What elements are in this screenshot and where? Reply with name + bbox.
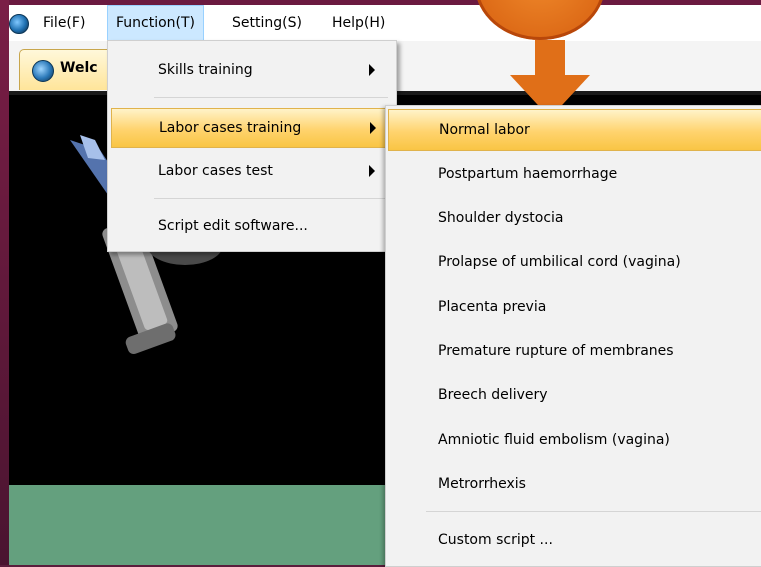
- menu-item-labor-cases-training[interactable]: Labor cases training: [111, 108, 393, 148]
- window-frame-left: [0, 0, 9, 565]
- menu-divider: [154, 97, 388, 98]
- submenu-item-metrorrhexis[interactable]: Metrorrhexis: [388, 464, 761, 504]
- breech-delivery-label: Breech delivery: [438, 387, 548, 403]
- script-edit-software-label: Script edit software...: [158, 218, 308, 234]
- prolapse-umbilical-cord-label: Prolapse of umbilical cord (vagina): [438, 254, 681, 270]
- menu-bar: File(F) Function(T) Setting(S) Help(H): [9, 5, 761, 42]
- submenu-arrow-icon: [369, 165, 375, 177]
- menu-file[interactable]: File(F): [35, 5, 93, 41]
- shoulder-dystocia-label: Shoulder dystocia: [438, 210, 564, 226]
- menu-item-script-edit-software[interactable]: Script edit software...: [111, 207, 391, 245]
- submenu-item-normal-labor[interactable]: Normal labor: [388, 109, 761, 151]
- submenu-item-amniotic-fluid-embolism[interactable]: Amniotic fluid embolism (vagina): [388, 420, 761, 460]
- submenu-item-postpartum-haemorrhage[interactable]: Postpartum haemorrhage: [388, 154, 761, 194]
- menu-help[interactable]: Help(H): [324, 5, 393, 41]
- placenta-previa-label: Placenta previa: [438, 299, 547, 315]
- submenu-item-custom-script[interactable]: Custom script ...: [388, 520, 761, 560]
- premature-rupture-label: Premature rupture of membranes: [438, 343, 674, 359]
- postpartum-haemorrhage-label: Postpartum haemorrhage: [438, 166, 618, 182]
- submenu-item-breech-delivery[interactable]: Breech delivery: [388, 375, 761, 415]
- submenu-divider: [426, 511, 761, 512]
- menu-item-labor-cases-test[interactable]: Labor cases test: [111, 152, 391, 190]
- menu-divider: [154, 198, 388, 199]
- submenu-item-premature-rupture[interactable]: Premature rupture of membranes: [388, 331, 761, 371]
- amniotic-fluid-embolism-label: Amniotic fluid embolism (vagina): [438, 432, 670, 448]
- function-menu-dropdown: Skills training Labor cases training Lab…: [107, 40, 397, 252]
- submenu-arrow-icon: [369, 64, 375, 76]
- menu-function[interactable]: Function(T): [107, 5, 205, 41]
- menu-setting[interactable]: Setting(S): [224, 5, 310, 41]
- submenu-arrow-icon: [370, 122, 376, 134]
- skills-training-label: Skills training: [158, 62, 253, 78]
- custom-script-label: Custom script ...: [438, 532, 553, 548]
- labor-cases-test-label: Labor cases test: [158, 163, 273, 179]
- metrorrhexis-label: Metrorrhexis: [438, 476, 526, 492]
- welcome-tab-icon: [32, 60, 54, 82]
- app-icon[interactable]: [9, 14, 29, 34]
- menu-item-skills-training[interactable]: Skills training: [111, 51, 391, 89]
- labor-cases-submenu: Normal labor Postpartum haemorrhage Shou…: [385, 105, 761, 567]
- normal-labor-label: Normal labor: [439, 122, 530, 138]
- submenu-item-shoulder-dystocia[interactable]: Shoulder dystocia: [388, 198, 761, 238]
- submenu-item-placenta-previa[interactable]: Placenta previa: [388, 287, 761, 327]
- tab-welcome-label: Welc: [60, 60, 98, 76]
- submenu-item-prolapse-umbilical-cord[interactable]: Prolapse of umbilical cord (vagina): [388, 242, 761, 282]
- labor-cases-training-label: Labor cases training: [159, 120, 302, 136]
